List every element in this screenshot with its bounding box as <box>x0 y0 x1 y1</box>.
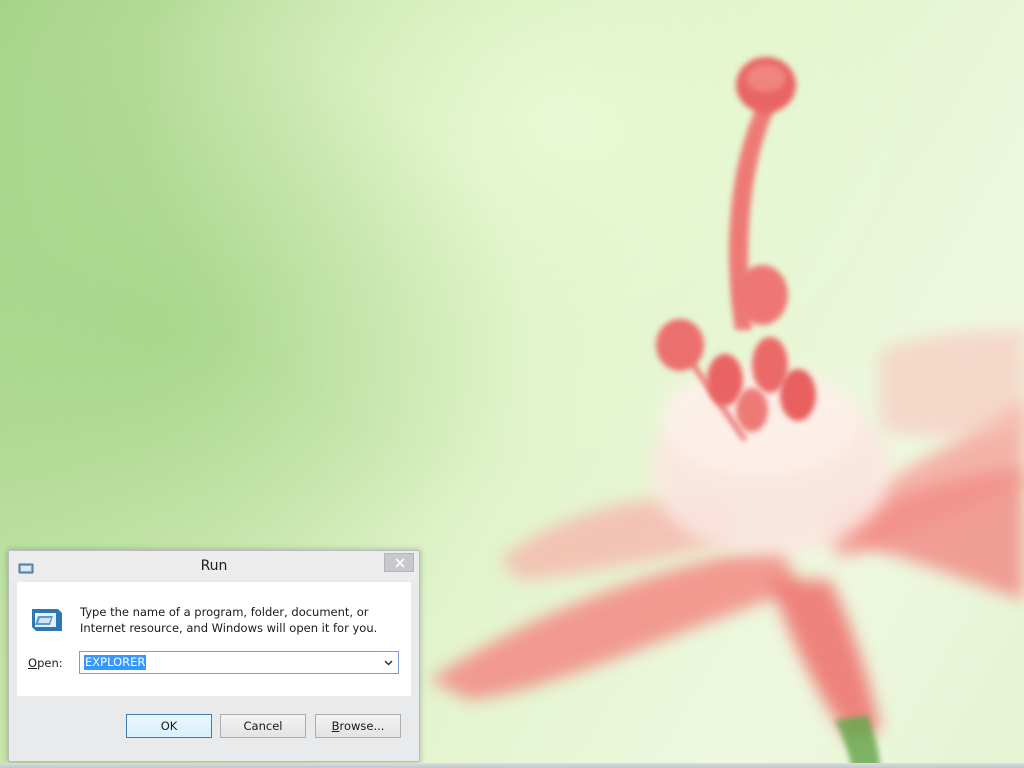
title-bar[interactable]: Run <box>9 551 419 581</box>
close-button[interactable] <box>384 553 414 572</box>
run-dialog: Run Type the name of a program, folder, … <box>8 550 420 762</box>
dialog-title: Run <box>200 558 228 574</box>
browse-label: rowse... <box>339 719 385 733</box>
chevron-down-icon <box>384 660 393 666</box>
close-icon <box>395 558 405 568</box>
run-program-icon <box>28 607 62 633</box>
dialog-description: Type the name of a program, folder, docu… <box>80 605 378 635</box>
open-label-mnemonic: O <box>28 656 38 670</box>
open-label-text: pen: <box>37 656 63 670</box>
taskbar-edge <box>0 763 1024 768</box>
cancel-button[interactable]: Cancel <box>220 714 306 738</box>
open-input-value[interactable]: EXPLORER <box>84 655 147 670</box>
dropdown-button[interactable] <box>380 653 396 672</box>
ok-button[interactable]: OK <box>126 714 212 738</box>
desktop: Run Type the name of a program, folder, … <box>0 0 1024 768</box>
open-label: Open: <box>28 656 63 670</box>
browse-button[interactable]: Browse... <box>315 714 401 738</box>
open-combobox[interactable]: EXPLORER <box>79 651 399 674</box>
dialog-content: Type the name of a program, folder, docu… <box>17 582 411 696</box>
